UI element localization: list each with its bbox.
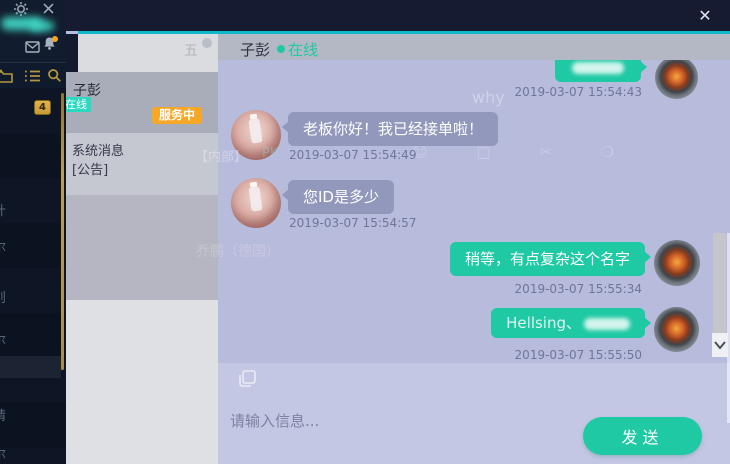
sidebar-item-label: 计 bbox=[0, 200, 6, 219]
message-bubble-incoming: 您ID是多少 bbox=[288, 180, 394, 214]
search-icon[interactable] bbox=[47, 68, 62, 87]
file-copy-icon[interactable] bbox=[237, 369, 257, 389]
accent-line bbox=[78, 31, 730, 34]
chat-close-icon[interactable]: ✕ bbox=[694, 5, 716, 27]
message-bubble-outgoing: Hellsing、 bbox=[491, 308, 645, 338]
watermark-text: why bbox=[472, 88, 505, 107]
notification-dot bbox=[52, 36, 58, 42]
send-button[interactable]: 发送 bbox=[583, 417, 702, 455]
contact-avatar bbox=[231, 178, 281, 228]
bottle-photo bbox=[248, 186, 262, 211]
folder-icon[interactable] bbox=[0, 68, 13, 87]
sidebar-scrollbar[interactable] bbox=[61, 93, 64, 370]
conversation-list-panel: 五 子彭 在线 服务中 系统消息 [公告] bbox=[66, 34, 218, 464]
online-dot bbox=[277, 45, 285, 53]
message-time: 2019-03-07 15:54:57 bbox=[289, 216, 416, 230]
scrollbar-thumb[interactable] bbox=[713, 233, 726, 333]
input-area: 发送 bbox=[218, 363, 730, 464]
left-sidebar: 4 计 尔 则 尔 请 尔 bbox=[0, 0, 66, 464]
panel-top-strip: 五 bbox=[66, 34, 218, 72]
message-bubble-outgoing: 稍等，有点复杂这个名字 bbox=[450, 242, 645, 276]
app-screen: 4 计 尔 则 尔 请 尔 五 子彭 在线 服务中 系统消息 [公告] 【内部】… bbox=[0, 0, 730, 464]
online-status-badge: 在线 bbox=[66, 97, 91, 112]
my-avatar bbox=[654, 307, 699, 352]
sidebar-item-label: 尔 bbox=[0, 444, 6, 463]
contact-avatar bbox=[231, 110, 281, 160]
chat-scrollbar bbox=[712, 60, 730, 363]
sidebar-item-label: 请 bbox=[0, 405, 6, 424]
panel-lower-area bbox=[66, 195, 218, 300]
chat-contact-name: 子彭 bbox=[240, 39, 270, 60]
masked-message-text bbox=[572, 62, 624, 74]
panel-light-area bbox=[66, 300, 218, 464]
chat-titlebar: ✕ bbox=[66, 0, 730, 31]
sidebar-item-label: 尔 bbox=[0, 237, 6, 256]
mail-icon[interactable] bbox=[25, 38, 40, 57]
sidebar-list-active-row[interactable] bbox=[0, 356, 61, 378]
message-time: 2019-03-07 15:55:50 bbox=[515, 348, 642, 362]
list-icon[interactable] bbox=[24, 68, 41, 87]
conversation-item-selected[interactable]: 子彭 在线 服务中 bbox=[66, 72, 218, 133]
chat-header: 子彭 在线 bbox=[218, 34, 730, 60]
my-avatar bbox=[655, 60, 698, 99]
message-time: 2019-03-07 15:54:43 bbox=[515, 85, 642, 99]
sidebar-close-icon[interactable] bbox=[41, 1, 56, 20]
masked-message-tail bbox=[584, 318, 630, 330]
service-status-badge: 服务中 bbox=[152, 107, 202, 124]
message-text: Hellsing、 bbox=[506, 314, 581, 332]
system-message-subtitle: [公告] bbox=[72, 159, 108, 178]
message-bubble-outgoing bbox=[555, 60, 641, 82]
message-area: why ☺ □ ✂ ❍ 2019-03-07 15:54:43 老板你好！我已经… bbox=[218, 60, 712, 363]
message-time: 2019-03-07 15:55:34 bbox=[515, 282, 642, 296]
my-avatar bbox=[654, 240, 700, 286]
bottle-photo bbox=[248, 118, 262, 143]
message-input[interactable] bbox=[228, 405, 562, 437]
panel-watermark-dot bbox=[202, 38, 212, 48]
system-message-title: 系统消息 bbox=[72, 140, 124, 159]
scroll-down-button[interactable] bbox=[712, 333, 728, 357]
unread-count-badge: 4 bbox=[34, 100, 51, 115]
message-time: 2019-03-07 15:54:49 bbox=[289, 148, 416, 162]
sidebar-item-label: 则 bbox=[0, 287, 6, 306]
masked-username-blur-2 bbox=[30, 21, 54, 31]
sidebar-list[interactable] bbox=[0, 88, 66, 464]
conversation-item-system[interactable]: 系统消息 [公告] bbox=[66, 133, 218, 195]
message-bubble-incoming: 老板你好！我已经接单啦！ bbox=[288, 112, 498, 146]
panel-dark-notch bbox=[66, 34, 78, 72]
chat-contact-status: 在线 bbox=[288, 39, 318, 60]
panel-watermark: 五 bbox=[184, 40, 198, 60]
sidebar-item-label: 尔 bbox=[0, 330, 6, 349]
